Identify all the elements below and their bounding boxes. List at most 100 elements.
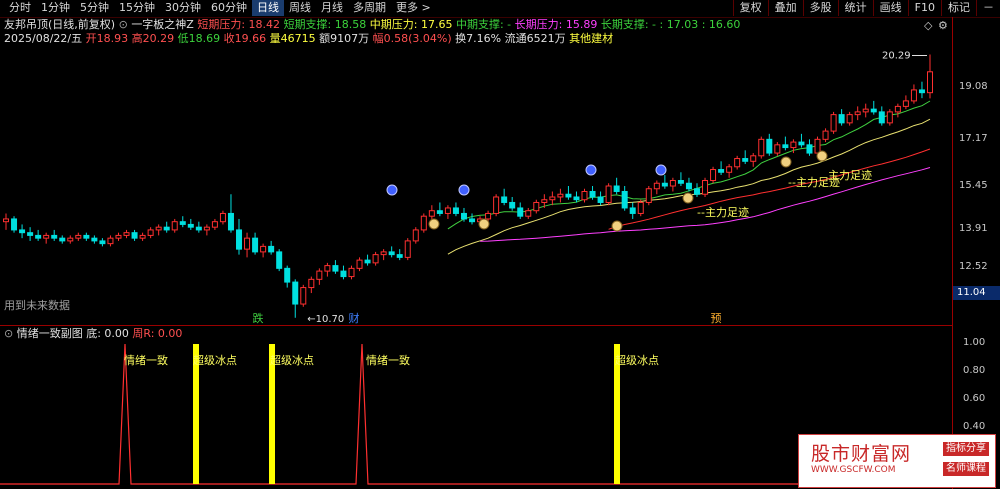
- sub-indicator-name[interactable]: 情绪一致副图: [17, 327, 83, 340]
- candle-body: [123, 232, 130, 236]
- period-tab-4[interactable]: 30分钟: [160, 0, 206, 16]
- diamond-icon[interactable]: ◇: [924, 19, 932, 32]
- main-candlestick-chart[interactable]: 20.29←10.70用到未来数据跌财预--主力足迹--主力足迹主力足迹: [0, 46, 952, 326]
- low-price-label: ←10.70: [307, 314, 344, 325]
- candle-body: [75, 234, 82, 239]
- period-tab-3[interactable]: 15分钟: [114, 0, 160, 16]
- money-bag-icon: [428, 218, 440, 230]
- chevron-down-icon[interactable]: ⊙: [119, 18, 128, 31]
- candle-body: [774, 144, 781, 154]
- annotation-label-0: --主力足迹: [697, 206, 749, 219]
- long-support: 长期支撑: - : 17.03 : 16.60: [600, 18, 741, 31]
- mid-support: 中期支撑: -: [455, 18, 512, 31]
- candle-body: [790, 141, 797, 149]
- candle-body: [806, 144, 813, 154]
- indicator-name[interactable]: 一字板之神Z: [131, 18, 194, 31]
- money-bag-icon: [478, 218, 490, 230]
- sub-weekr-value: 周R: 0.00: [132, 327, 183, 340]
- toolbar-button-1[interactable]: 叠加: [767, 0, 803, 16]
- period-tab-6[interactable]: 日线: [252, 0, 284, 16]
- money-bag-icon: [816, 150, 828, 162]
- candle-body: [356, 259, 363, 269]
- sub-signal-label-0: 情绪一致: [124, 353, 168, 367]
- toolbar-button-6[interactable]: 标记: [941, 0, 976, 16]
- period-tab-10[interactable]: 更多 >: [391, 0, 436, 16]
- sub-settings-icon[interactable]: ⊙: [4, 327, 13, 340]
- toolbar-button-2[interactable]: 多股: [802, 0, 838, 16]
- price-axis[interactable]: 11.04 19.08 17.17 15.45 13.91 12.52 1.00 0.80 0…: [952, 17, 1000, 489]
- short-resistance: 短期压力: 18.42: [197, 18, 281, 31]
- candle-body: [99, 240, 106, 245]
- toolbar-button-0[interactable]: 复权: [732, 0, 768, 16]
- period-tab-0[interactable]: 分时: [4, 0, 36, 16]
- settings-icon[interactable]: ⚙: [938, 19, 948, 32]
- sub-signal-label-1: 超级冰点: [193, 353, 237, 367]
- bar-high: 高20.29: [131, 32, 175, 45]
- candle-body: [19, 229, 26, 234]
- candle-body: [902, 100, 909, 107]
- candle-body: [798, 141, 805, 146]
- candle-body: [388, 251, 395, 256]
- period-tab-8[interactable]: 月线: [316, 0, 348, 16]
- signal-face-icon: [585, 164, 597, 176]
- toolbar-button-5[interactable]: F10: [907, 0, 941, 16]
- candle-body: [284, 267, 291, 283]
- candle-body: [252, 237, 259, 253]
- price-tick-0: 19.08: [959, 80, 988, 92]
- candle-body: [927, 71, 933, 94]
- candle-body: [420, 215, 427, 231]
- annotation-label-2: 主力足迹: [828, 169, 872, 182]
- future-data-note: 用到未来数据: [4, 298, 70, 312]
- candle-body: [260, 245, 267, 253]
- toolbar-button-3[interactable]: 统计: [837, 0, 873, 16]
- sub-chart-title: ⊙ 情绪一致副图 底: 0.00 周R: 0.00: [4, 327, 182, 340]
- candle-body: [67, 237, 74, 242]
- bar-close: 收19.66: [223, 32, 267, 45]
- candle-body: [886, 111, 893, 124]
- period-tab-7[interactable]: 周线: [284, 0, 316, 16]
- candle-body: [155, 226, 162, 231]
- candle-body: [621, 190, 628, 209]
- period-tab-5[interactable]: 60分钟: [206, 0, 252, 16]
- candle-body: [589, 190, 596, 198]
- candle-body: [292, 281, 299, 305]
- price-tick-3: 13.91: [959, 222, 988, 234]
- candle-body: [147, 229, 154, 236]
- bar-sector[interactable]: 其他建材: [569, 32, 613, 45]
- stock-name[interactable]: 友邦吊顶(日线,前复权): [4, 18, 115, 31]
- candle-body: [131, 232, 138, 239]
- price-tick-4: 12.52: [959, 260, 988, 272]
- candle-body: [501, 196, 508, 203]
- candle-body: [629, 207, 636, 214]
- candle-body: [203, 226, 210, 231]
- signal-face-icon: [458, 184, 470, 196]
- candle-body: [541, 199, 548, 203]
- sub-bottom-value: 底: 0.00: [86, 327, 129, 340]
- candle-body: [766, 138, 773, 154]
- candle-body: [324, 265, 331, 272]
- bar-open: 开18.93: [85, 32, 129, 45]
- candle-body: [894, 105, 901, 113]
- candle-body: [43, 234, 50, 239]
- candle-body: [669, 180, 676, 187]
- pane-divider[interactable]: [0, 325, 952, 326]
- mid-resistance: 中期压力: 17.65: [369, 18, 453, 31]
- period-tab-2[interactable]: 5分钟: [75, 0, 114, 16]
- candle-body: [412, 229, 419, 242]
- period-tab-9[interactable]: 多周期: [348, 0, 391, 16]
- candle-body: [734, 158, 741, 168]
- sub-tick-0: 1.00: [963, 337, 986, 348]
- candle-body: [846, 114, 853, 124]
- candle-body: [380, 251, 387, 256]
- toolbar-button-7[interactable]: －: [976, 0, 1000, 16]
- marker-label-0: 跌: [253, 311, 264, 325]
- candle-body: [838, 114, 845, 124]
- sub-signal-label-2: 超级冰点: [270, 353, 314, 367]
- candle-body: [485, 212, 492, 220]
- candle-body: [830, 114, 837, 132]
- candle-body: [742, 158, 749, 162]
- period-tab-1[interactable]: 1分钟: [36, 0, 75, 16]
- candle-body: [139, 234, 146, 239]
- candle-body: [460, 212, 467, 220]
- toolbar-button-4[interactable]: 画线: [872, 0, 908, 16]
